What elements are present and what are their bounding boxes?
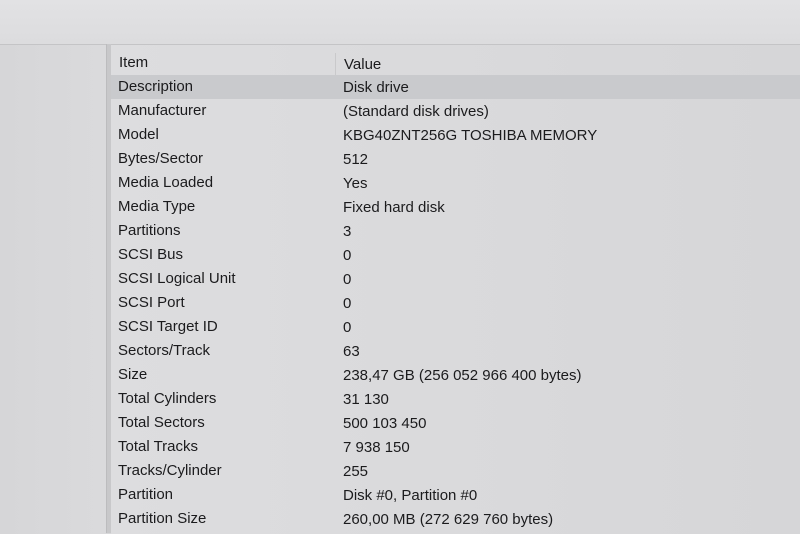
- cell-value: 238,47 GB (256 052 966 400 bytes): [343, 367, 582, 384]
- cell-value: 0: [343, 319, 352, 336]
- table-row[interactable]: Total Sectors 500 103 450: [111, 411, 800, 435]
- cell-value: 512: [343, 151, 369, 168]
- cell-value: 3: [343, 223, 352, 240]
- cell-item: Total Cylinders: [118, 390, 217, 407]
- table-row[interactable]: Total Cylinders 31 130: [111, 387, 800, 411]
- table-row[interactable]: Description Disk drive: [111, 75, 800, 99]
- table-row[interactable]: Partition Disk #0, Partition #0: [111, 483, 800, 507]
- table-row[interactable]: SCSI Bus 0: [111, 243, 800, 267]
- cell-value: 63: [343, 343, 360, 360]
- table-row[interactable]: Partitions 3: [111, 219, 800, 243]
- cell-value: 7 938 150: [343, 439, 410, 456]
- cell-value: Disk #0, Partition #0: [343, 487, 478, 504]
- table-row[interactable]: Media Loaded Yes: [111, 171, 800, 195]
- table-row[interactable]: Sectors/Track 63: [111, 339, 800, 363]
- table-row[interactable]: SCSI Port 0: [111, 291, 800, 315]
- details-list-view[interactable]: Item Value Description Disk drive Manufac…: [111, 44, 800, 534]
- cell-item: SCSI Bus: [118, 246, 184, 263]
- cell-value: Disk drive: [343, 79, 409, 96]
- cell-item: Size: [118, 366, 148, 383]
- cell-value: Fixed hard disk: [343, 199, 445, 216]
- cell-item: SCSI Target ID: [118, 318, 218, 335]
- cell-value: 255: [343, 463, 369, 480]
- cell-item: SCSI Logical Unit: [118, 270, 236, 287]
- table-row[interactable]: Tracks/Cylinder 255: [111, 459, 800, 483]
- cell-value: 260,00 MB (272 629 760 bytes): [343, 511, 554, 528]
- table-row[interactable]: Media Type Fixed hard disk: [111, 195, 800, 219]
- list-header: Item Value: [111, 51, 800, 75]
- cell-value: (Standard disk drives): [343, 103, 489, 120]
- table-row[interactable]: Size 238,47 GB (256 052 966 400 bytes): [111, 363, 800, 387]
- cell-value: 0: [343, 247, 352, 264]
- cell-item: Manufacturer: [118, 102, 207, 119]
- cell-value: 31 130: [343, 391, 389, 408]
- category-tree-pane[interactable]: [0, 44, 106, 534]
- table-row[interactable]: Model KBG40ZNT256G TOSHIBA MEMORY: [111, 123, 800, 147]
- cell-item: SCSI Port: [118, 294, 185, 311]
- table-row[interactable]: Bytes/Sector 512: [111, 147, 800, 171]
- cell-item: Sectors/Track: [118, 342, 210, 359]
- cell-value: KBG40ZNT256G TOSHIBA MEMORY: [343, 127, 598, 144]
- cell-item: Total Sectors: [118, 414, 205, 431]
- cell-value: 0: [343, 271, 352, 288]
- column-divider[interactable]: [335, 53, 336, 75]
- cell-item: Media Loaded: [118, 174, 214, 191]
- cell-item: Partitions: [118, 222, 181, 239]
- cell-item: Description: [118, 78, 194, 95]
- window-top-area: [0, 0, 800, 44]
- table-row[interactable]: Manufacturer (Standard disk drives): [111, 99, 800, 123]
- column-header-value[interactable]: Value: [344, 56, 381, 73]
- cell-item: Partition: [118, 486, 174, 503]
- list-rows: Description Disk drive Manufacturer (Stand…: [111, 75, 800, 531]
- cell-value: Yes: [343, 175, 368, 192]
- column-header-item[interactable]: Item: [119, 54, 148, 71]
- cell-item: Media Type: [118, 198, 196, 215]
- table-row[interactable]: Partition Size 260,00 MB (272 629 760 byt…: [111, 507, 800, 531]
- cell-item: Partition Size: [118, 510, 207, 527]
- cell-value: 0: [343, 295, 352, 312]
- cell-item: Total Tracks: [118, 438, 199, 455]
- table-row[interactable]: SCSI Logical Unit 0: [111, 267, 800, 291]
- table-row[interactable]: Total Tracks 7 938 150: [111, 435, 800, 459]
- cell-item: Bytes/Sector: [118, 150, 204, 167]
- cell-item: Model: [118, 126, 159, 143]
- cell-item: Tracks/Cylinder: [118, 462, 222, 479]
- table-row[interactable]: SCSI Target ID 0: [111, 315, 800, 339]
- cell-value: 500 103 450: [343, 415, 427, 432]
